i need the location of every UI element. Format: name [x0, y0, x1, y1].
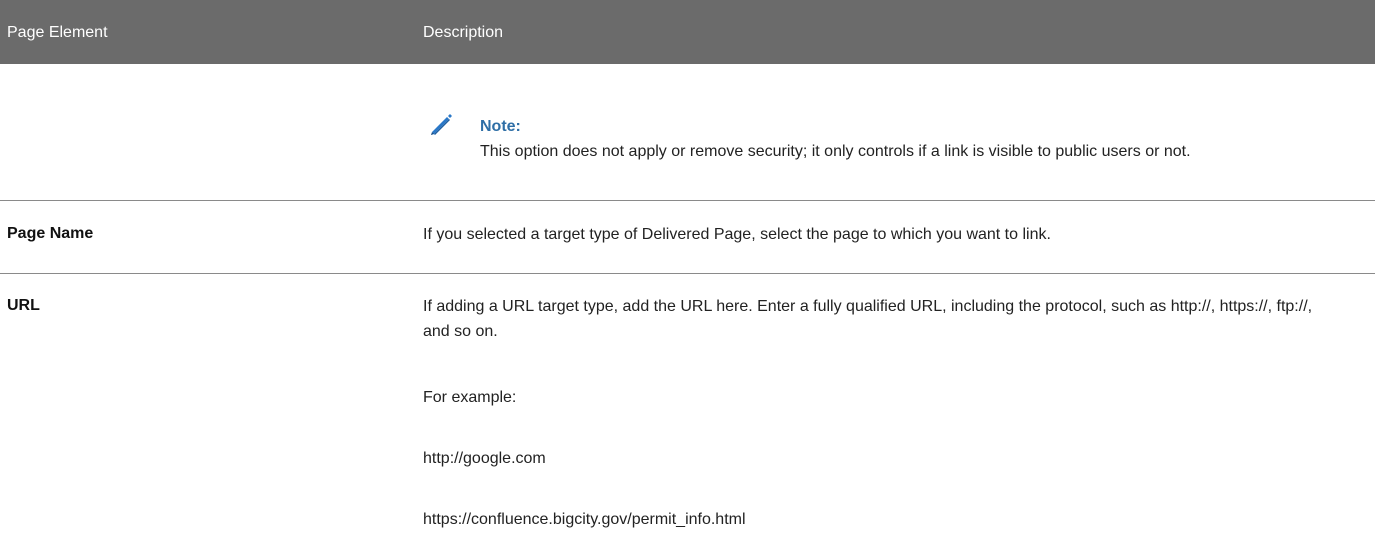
- row-label-page-name: Page Name: [7, 225, 94, 242]
- table-header: Page Element Description: [0, 0, 1375, 64]
- example-url: http://google.com: [423, 450, 546, 467]
- example-intro: For example:: [423, 389, 517, 406]
- row-description-page-name: If you selected a target type of Deliver…: [423, 226, 1051, 243]
- note-text: This option does not apply or remove sec…: [480, 143, 1191, 160]
- row-divider: [0, 200, 1375, 201]
- row-label-url: URL: [7, 297, 40, 314]
- example-url: https://confluence.bigcity.gov/permit_in…: [423, 511, 746, 528]
- row-divider: [0, 273, 1375, 274]
- column-header-page-element: Page Element: [7, 24, 108, 41]
- note-title: Note:: [480, 118, 521, 135]
- row-description-url: If adding a URL target type, add the URL…: [423, 298, 1313, 340]
- pencil-icon: [428, 111, 454, 137]
- column-header-description: Description: [423, 24, 504, 41]
